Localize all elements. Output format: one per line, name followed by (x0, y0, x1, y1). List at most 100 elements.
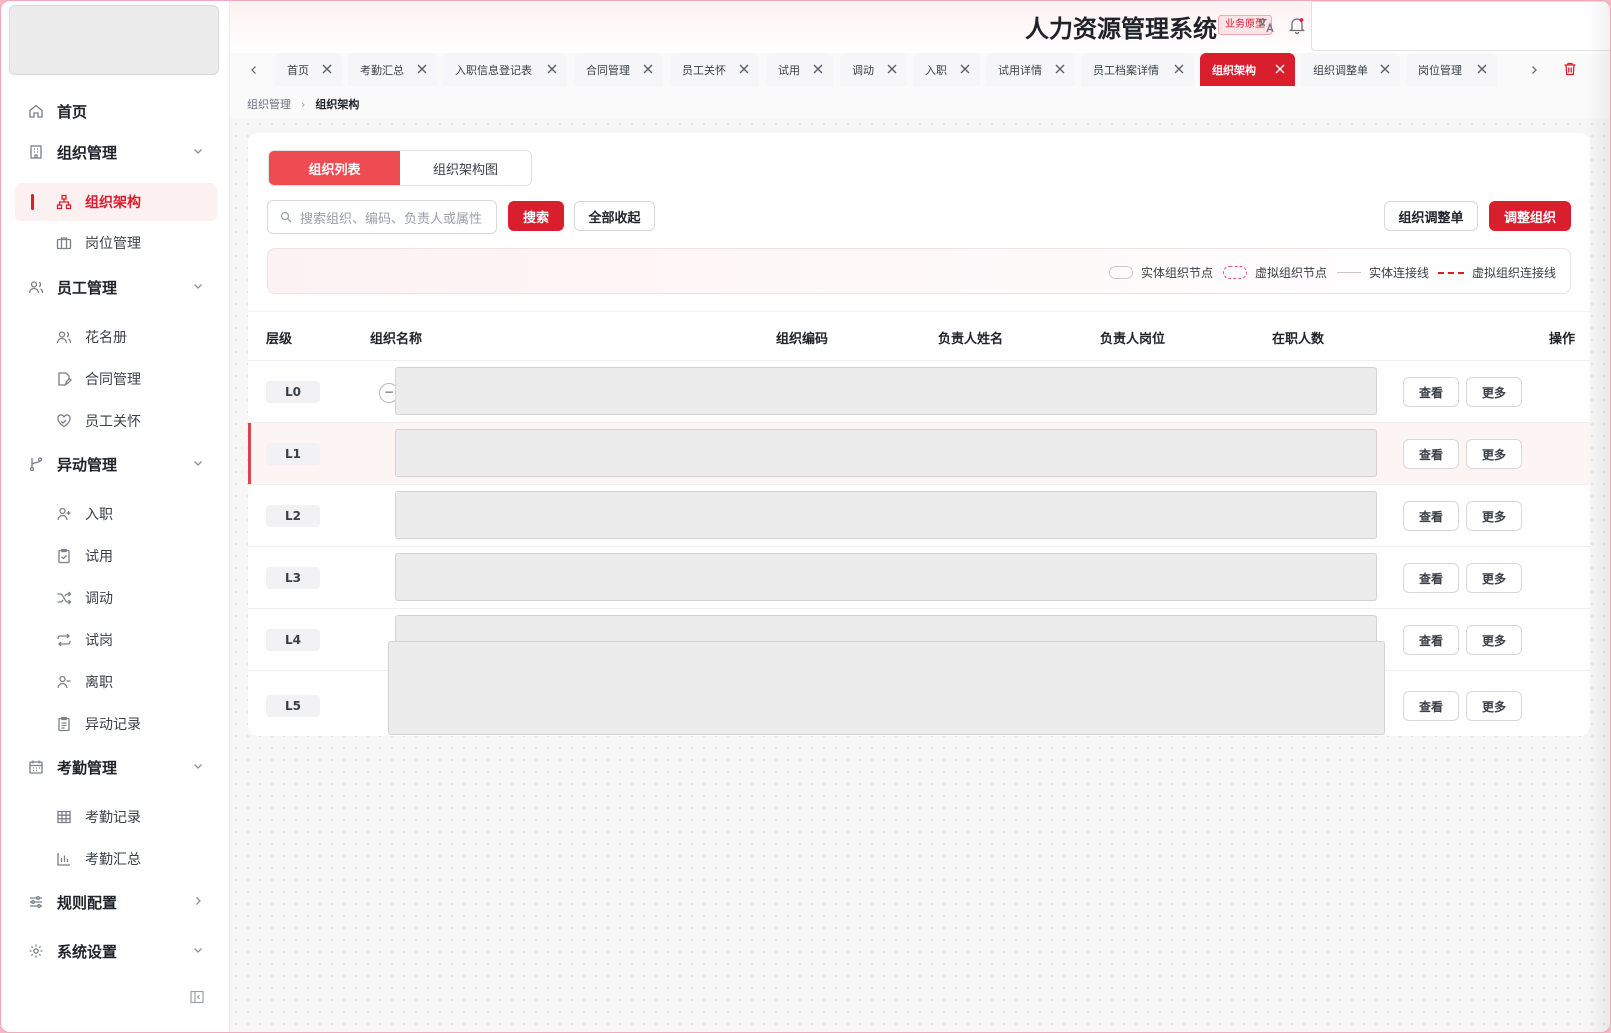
sidebar-item-attendance-records[interactable]: 考勤记录 (15, 798, 217, 836)
close-icon[interactable] (641, 62, 655, 76)
tab-label: 组织调整单 (1313, 63, 1368, 77)
table-row[interactable]: L2 查看 更多 (248, 485, 1590, 547)
sidebar-item-contracts[interactable]: 合同管理 (15, 360, 217, 398)
close-icon[interactable] (1378, 62, 1392, 76)
more-button[interactable]: 更多 (1466, 691, 1522, 721)
user-profile-placeholder[interactable] (1311, 1, 1610, 51)
search-placeholder: 搜索组织、编码、负责人或属性 (300, 211, 483, 227)
close-icon[interactable] (320, 62, 334, 76)
sidebar-item-system-settings[interactable]: 系统设置 (15, 932, 217, 970)
table-row[interactable]: L0 − 查看 更多 (248, 361, 1590, 423)
tab-label: 员工关怀 (682, 63, 726, 77)
view-switch: 组织列表 组织架构图 (268, 150, 532, 186)
legend-label: 实体连接线 (1369, 266, 1430, 280)
legend-label: 虚拟组织连接线 (1472, 266, 1557, 280)
sidebar-item-resignation[interactable]: 离职 (15, 663, 217, 701)
search-input[interactable]: 搜索组织、编码、负责人或属性 (267, 200, 497, 234)
sidebar-item-label: 岗位管理 (85, 236, 141, 252)
sidebar-item-trial-post[interactable]: 试岗 (15, 621, 217, 659)
user-plus-icon (55, 505, 73, 523)
table-row[interactable]: L3 查看 更多 (248, 547, 1590, 609)
sidebar-item-rules[interactable]: 规则配置 (15, 883, 217, 921)
view-button[interactable]: 查看 (1403, 691, 1459, 721)
view-button[interactable]: 查看 (1403, 377, 1459, 407)
close-icon[interactable] (415, 62, 429, 76)
search-button[interactable]: 搜索 (508, 201, 564, 231)
view-button[interactable]: 查看 (1403, 625, 1459, 655)
tab-transfer[interactable]: 调动 (840, 53, 907, 86)
trash-icon[interactable] (1562, 61, 1578, 77)
tab-label: 考勤汇总 (360, 63, 404, 77)
solid-line-swatch (1337, 272, 1361, 273)
translate-icon[interactable] (1256, 15, 1276, 35)
tab-contract-management[interactable]: 合同管理 (574, 53, 663, 86)
tab-org-structure[interactable]: 组织架构 (1200, 53, 1295, 86)
tab-org-list[interactable]: 组织列表 (269, 151, 400, 185)
legend-virtual-line: 虚拟组织连接线 (1438, 264, 1556, 281)
more-button[interactable]: 更多 (1466, 625, 1522, 655)
more-button[interactable]: 更多 (1466, 439, 1522, 469)
org-adjust-order-button[interactable]: 组织调整单 (1384, 201, 1478, 231)
sidebar-item-employee-care[interactable]: 员工关怀 (15, 402, 217, 440)
more-button[interactable]: 更多 (1466, 563, 1522, 593)
heart-hand-icon (55, 412, 73, 430)
sidebar-item-home[interactable]: 首页 (15, 92, 217, 130)
tab-employee-file-detail[interactable]: 员工档案详情 (1081, 53, 1194, 86)
tab-attendance-summary[interactable]: 考勤汇总 (348, 53, 437, 86)
chevron-left-icon[interactable] (245, 61, 263, 79)
tab-org-adjust-order[interactable]: 组织调整单 (1301, 53, 1400, 86)
users-icon (27, 278, 45, 296)
sidebar-item-transfer[interactable]: 调动 (15, 579, 217, 617)
sidebar-item-attendance[interactable]: 考勤管理 (15, 748, 217, 786)
sidebar-item-probation[interactable]: 试用 (15, 537, 217, 575)
sidebar-item-employee-management[interactable]: 员工管理 (15, 268, 217, 306)
close-icon[interactable] (885, 62, 899, 76)
tab-employee-care[interactable]: 员工关怀 (670, 53, 759, 86)
tab-onboarding[interactable]: 入职 (913, 53, 980, 86)
close-icon[interactable] (958, 62, 972, 76)
chevron-right-icon[interactable] (1525, 61, 1543, 79)
org-chart-icon (55, 193, 73, 211)
sidebar-item-roster[interactable]: 花名册 (15, 318, 217, 356)
close-icon[interactable] (1273, 62, 1287, 76)
org-list-card: 组织列表 组织架构图 搜索组织、编码、负责人或属性 搜索 全部收起 组织调整单 … (248, 133, 1590, 736)
table-row[interactable]: L1 查看 更多 (248, 423, 1590, 485)
users-icon (55, 328, 73, 346)
sidebar-item-org-management[interactable]: 组织管理 (15, 133, 217, 171)
sidebar-item-onboarding[interactable]: 入职 (15, 495, 217, 533)
close-icon[interactable] (811, 62, 825, 76)
sidebar-item-org-structure[interactable]: 组织架构 (15, 183, 217, 221)
tab-org-chart[interactable]: 组织架构图 (400, 151, 531, 185)
tab-probation-detail[interactable]: 试用详情 (986, 53, 1075, 86)
breadcrumb-parent[interactable]: 组织管理 (247, 96, 291, 112)
view-button[interactable]: 查看 (1403, 501, 1459, 531)
bell-icon[interactable] (1287, 15, 1307, 35)
adjust-org-button[interactable]: 调整组织 (1489, 201, 1571, 231)
clipboard-check-icon (55, 547, 73, 565)
sidebar-item-label: 考勤记录 (85, 810, 141, 826)
right-edge-shadow (1586, 1, 1610, 1032)
more-button[interactable]: 更多 (1466, 377, 1522, 407)
sidebar-item-attendance-summary[interactable]: 考勤汇总 (15, 840, 217, 878)
close-icon[interactable] (545, 62, 559, 76)
legend-label: 虚拟组织节点 (1255, 266, 1328, 280)
sidebar-item-positions[interactable]: 岗位管理 (15, 224, 217, 262)
tab-probation[interactable]: 试用 (766, 53, 833, 86)
sidebar-item-change-management[interactable]: 异动管理 (15, 445, 217, 483)
close-icon[interactable] (1172, 62, 1186, 76)
close-icon[interactable] (737, 62, 751, 76)
sidebar-item-change-records[interactable]: 异动记录 (15, 705, 217, 743)
sidebar-collapse-icon[interactable] (189, 989, 205, 1005)
sidebar-item-label: 调动 (85, 591, 113, 607)
close-icon[interactable] (1053, 62, 1067, 76)
close-icon[interactable] (1475, 62, 1489, 76)
view-button[interactable]: 查看 (1403, 563, 1459, 593)
gear-icon (27, 942, 45, 960)
tab-onboarding-form[interactable]: 入职信息登记表 (443, 53, 567, 86)
sidebar-item-label: 系统设置 (57, 942, 118, 961)
view-button[interactable]: 查看 (1403, 439, 1459, 469)
tab-home[interactable]: 首页 (275, 53, 342, 86)
tab-position-management[interactable]: 岗位管理 (1406, 53, 1497, 86)
more-button[interactable]: 更多 (1466, 501, 1522, 531)
collapse-all-button[interactable]: 全部收起 (574, 201, 655, 231)
